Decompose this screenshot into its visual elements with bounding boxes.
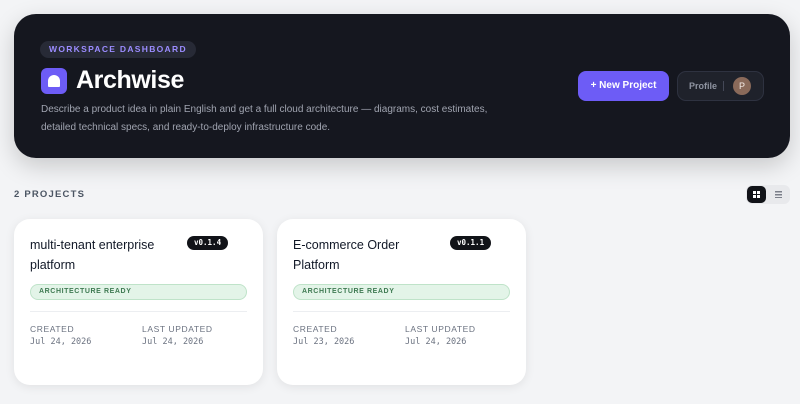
archwise-logo-icon xyxy=(41,68,67,94)
status-badge: ARCHITECTURE READY xyxy=(293,284,510,300)
grid-view-button[interactable] xyxy=(747,186,766,203)
updated-date: Jul 24, 2026 xyxy=(405,337,467,347)
app-description: Describe a product idea in plain English… xyxy=(41,104,488,133)
list-icon xyxy=(775,191,782,198)
project-title: E-commerce Order Platform xyxy=(293,238,400,272)
card-divider xyxy=(30,311,247,312)
profile-divider xyxy=(723,81,724,91)
profile-label: Profile xyxy=(689,81,718,91)
created-label: CREATED xyxy=(30,324,75,334)
updated-label: LAST UPDATED xyxy=(142,324,213,334)
updated-date: Jul 24, 2026 xyxy=(142,337,204,347)
project-card[interactable]: E-commerce Order Platform v0.1.1 ARCHITE… xyxy=(277,219,526,385)
app-title: Archwise xyxy=(76,66,184,94)
profile-button[interactable]: Profile P xyxy=(677,71,764,101)
created-date: Jul 23, 2026 xyxy=(293,337,355,347)
updated-label: LAST UPDATED xyxy=(405,324,476,334)
new-project-button[interactable]: + New Project xyxy=(578,71,669,101)
workspace-dashboard-badge: WORKSPACE DASHBOARD xyxy=(40,41,196,58)
created-label: CREATED xyxy=(293,324,338,334)
project-card[interactable]: multi-tenant enterprise platform v0.1.4 … xyxy=(14,219,263,385)
workspace-header: WORKSPACE DASHBOARD Archwise Describe a … xyxy=(14,14,790,158)
version-badge: v0.1.4 xyxy=(187,236,229,250)
version-badge: v0.1.1 xyxy=(450,236,492,250)
avatar: P xyxy=(733,77,751,95)
card-divider xyxy=(293,311,510,312)
view-toggle xyxy=(746,185,790,204)
list-view-button[interactable] xyxy=(769,186,788,203)
created-date: Jul 24, 2026 xyxy=(30,337,92,347)
grid-icon xyxy=(753,191,760,198)
project-count: 2 PROJECTS xyxy=(14,189,86,200)
status-badge: ARCHITECTURE READY xyxy=(30,284,247,300)
project-title: multi-tenant enterprise platform xyxy=(30,238,155,272)
